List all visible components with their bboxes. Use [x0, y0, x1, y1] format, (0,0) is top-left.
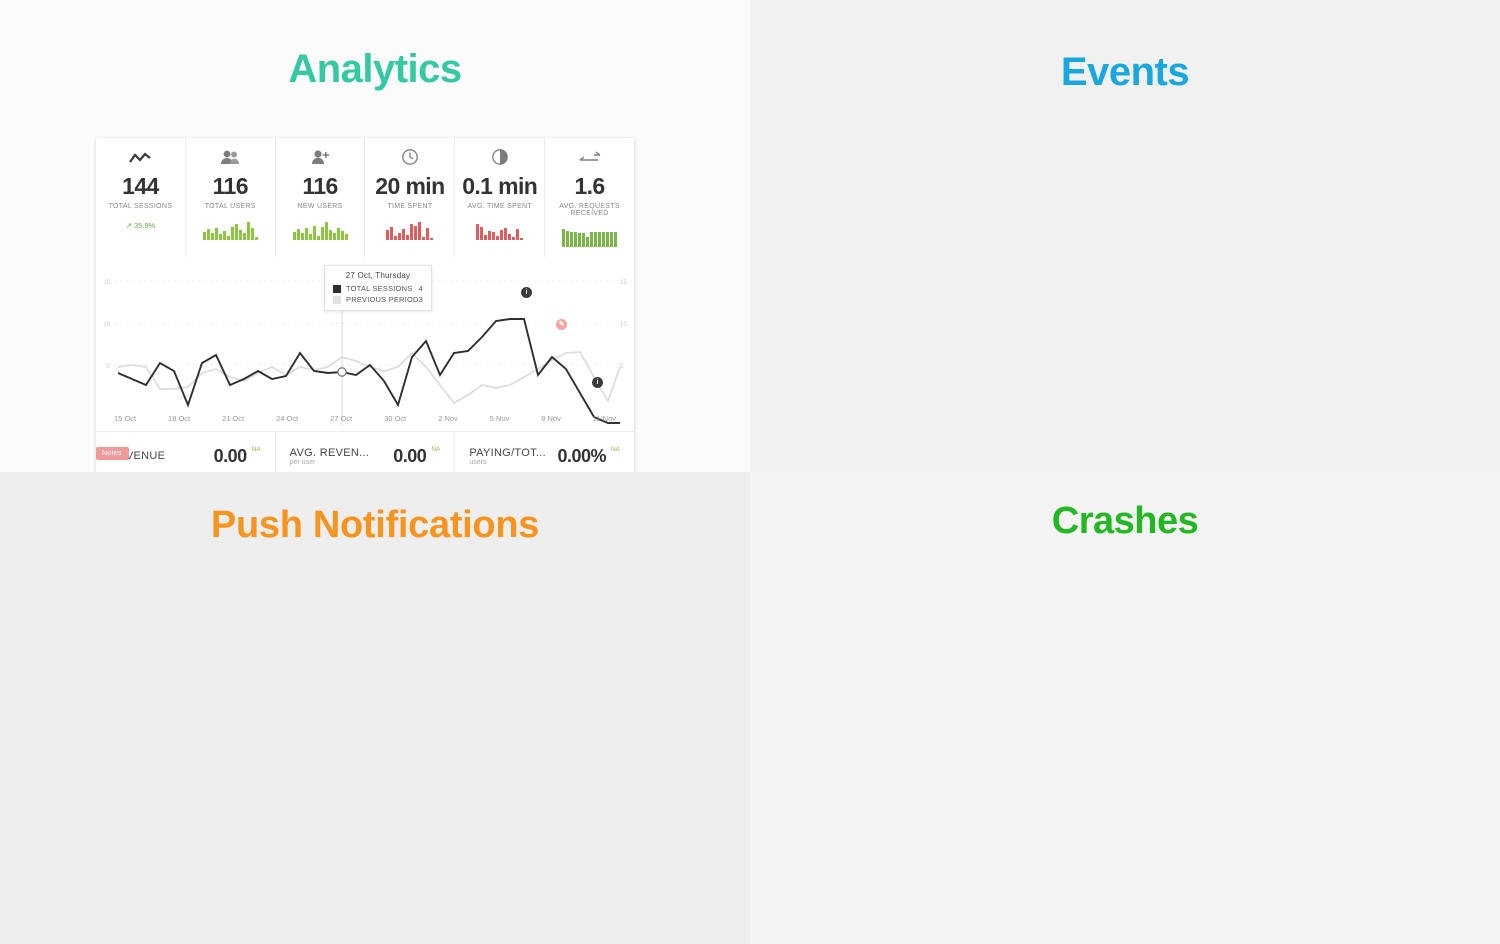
metric-label: AVG. REQUESTS RECEIVED — [559, 203, 620, 217]
svg-text:10: 10 — [103, 322, 110, 328]
x-tick: 27 Oct — [330, 414, 353, 423]
tooltip-series-name: PREVIOUS PERIOD — [346, 295, 419, 304]
crashes-title: Crashes — [1051, 500, 1199, 542]
tooltip-series-name: TOTAL SESSIONS — [346, 284, 413, 293]
metric-value: 1.6 — [574, 173, 605, 199]
tooltip-series-value: 4 — [418, 284, 423, 293]
analytics-chart[interactable]: 15 10 5 15 10 5 27 Oct, Thursday TOTAL S… — [96, 257, 634, 460]
svg-text:10: 10 — [620, 322, 627, 328]
analytics-tooltip: 27 Oct, Thursday TOTAL SESSIONS 4 PREVIO… — [324, 265, 432, 311]
tooltip-row: TOTAL SESSIONS 4 — [333, 284, 423, 293]
revenue-value: 0.00 — [213, 445, 248, 466]
half-moon-icon — [455, 148, 544, 172]
users-icon — [186, 148, 275, 172]
annotation-badge[interactable]: i — [521, 287, 532, 298]
metric-label: TOTAL USERS — [204, 203, 256, 210]
x-tick: 18 Oct — [168, 414, 191, 423]
revenue-label: PAYING/TOT... users — [469, 447, 546, 466]
line-chart-icon — [96, 148, 185, 172]
metric-label: TIME SPENT — [387, 203, 433, 210]
metric-avg-requests[interactable]: 1.6 AVG. REQUESTS RECEIVED — [545, 138, 634, 257]
svg-text:15: 15 — [620, 280, 627, 286]
requests-icon — [545, 148, 634, 172]
push-title: Push Notifications — [210, 504, 540, 546]
metric-total-users[interactable]: 116 TOTAL USERS — [186, 138, 276, 257]
events-title: Events — [1060, 50, 1190, 94]
revenue-na: NA — [251, 446, 261, 453]
metric-trend-value: 35.9% — [133, 221, 156, 230]
tooltip-series-value: 3 — [418, 295, 423, 304]
quadrant-push: Push Notifications Create Push Notificat… — [0, 472, 750, 944]
sparkline-avg-requests — [545, 225, 634, 247]
metric-total-sessions[interactable]: 144 TOTAL SESSIONS ↗ 35.9% — [96, 138, 186, 257]
metric-avg-time-spent[interactable]: 0.1 min AVG. TIME SPENT — [455, 138, 546, 257]
revenue-sub: per user — [289, 458, 316, 466]
tooltip-swatch — [333, 295, 341, 304]
analytics-x-axis: 15 Oct 18 Oct 21 Oct 24 Oct 27 Oct 30 Oc… — [96, 414, 634, 423]
metric-value: 116 — [302, 173, 338, 199]
revenue-na: NA — [431, 446, 441, 453]
svg-text:5: 5 — [107, 364, 111, 370]
revenue-value: 0.00 — [393, 445, 427, 466]
revenue-label-text: AVG. REVEN... — [289, 446, 370, 459]
tooltip-swatch — [333, 284, 341, 293]
annotation-badge[interactable]: i — [592, 377, 603, 388]
revenue-label-text: PAYING/TOT... — [469, 446, 546, 459]
svg-text:5: 5 — [620, 364, 624, 370]
analytics-metrics-row: 144 TOTAL SESSIONS ↗ 35.9% 116 TOTAL USE… — [96, 138, 634, 257]
metric-value: 144 — [122, 173, 159, 199]
tooltip-date: 27 Oct, Thursday — [345, 271, 411, 280]
sparkline-total-users — [186, 218, 275, 240]
sparkline-time-spent — [365, 218, 454, 240]
revenue-label: AVG. REVEN... per user — [290, 447, 370, 466]
svg-text:15: 15 — [103, 280, 110, 286]
tooltip-row: PREVIOUS PERIOD 3 — [333, 295, 423, 304]
metric-label: TOTAL SESSIONS — [108, 203, 173, 210]
quadrant-analytics: Analytics 144 TOTAL SESSIONS ↗ 35.9% 116 — [0, 0, 750, 472]
revenue-cell[interactable]: PAYING/TOT... users 0.00% NA — [455, 432, 634, 472]
dashboard-collage: Analytics 144 TOTAL SESSIONS ↗ 35.9% 116 — [0, 0, 1500, 944]
x-tick: 5 Nov — [489, 414, 510, 423]
revenue-na: NA — [610, 446, 621, 453]
user-plus-icon — [276, 148, 365, 172]
annotation-badge-pink[interactable]: ✎ — [556, 319, 567, 330]
notes-tag[interactable]: Notes — [96, 447, 129, 460]
metric-value: 116 — [212, 173, 249, 199]
sparkline-avg-time-spent — [455, 218, 544, 240]
quadrant-crashes: Crashes CRASHES ✎ 2017 May 14th Today 7 … — [750, 472, 1500, 944]
revenue-sub: users — [469, 458, 487, 466]
metric-value: 20 min — [375, 173, 445, 199]
metric-time-spent[interactable]: 20 min TIME SPENT — [365, 138, 456, 257]
analytics-title: Analytics — [288, 47, 462, 91]
metric-label: AVG. TIME SPENT — [467, 203, 532, 210]
sparkline-new-users — [276, 218, 365, 240]
metric-trend: ↗ 35.9% — [125, 221, 156, 230]
x-tick: 24 Oct — [276, 414, 299, 423]
revenue-cell[interactable]: AVG. REVEN... per user 0.00 NA — [276, 432, 456, 472]
x-tick: 30 Oct — [384, 414, 407, 423]
analytics-card: 144 TOTAL SESSIONS ↗ 35.9% 116 TOTAL USE… — [96, 138, 634, 472]
metric-label: NEW USERS — [297, 203, 343, 210]
metric-new-users[interactable]: 116 NEW USERS — [276, 138, 366, 257]
x-tick: 15 Oct — [114, 414, 137, 423]
x-tick: 8 Nov — [541, 414, 561, 423]
x-tick: 21 Oct — [222, 414, 245, 423]
analytics-revenue-row: REVENUE 0.00 NA AVG. REVEN... per user 0… — [96, 432, 634, 472]
x-tick: 11 Nov — [592, 414, 616, 423]
quadrant-events: Events EVENTS ⚙ ⚖ Compare Ride Request c… — [750, 0, 1500, 472]
revenue-value: 0.00% — [557, 445, 606, 466]
x-tick: 2 Nov — [438, 414, 458, 423]
clock-icon — [365, 148, 454, 172]
metric-value: 0.1 min — [462, 173, 538, 199]
